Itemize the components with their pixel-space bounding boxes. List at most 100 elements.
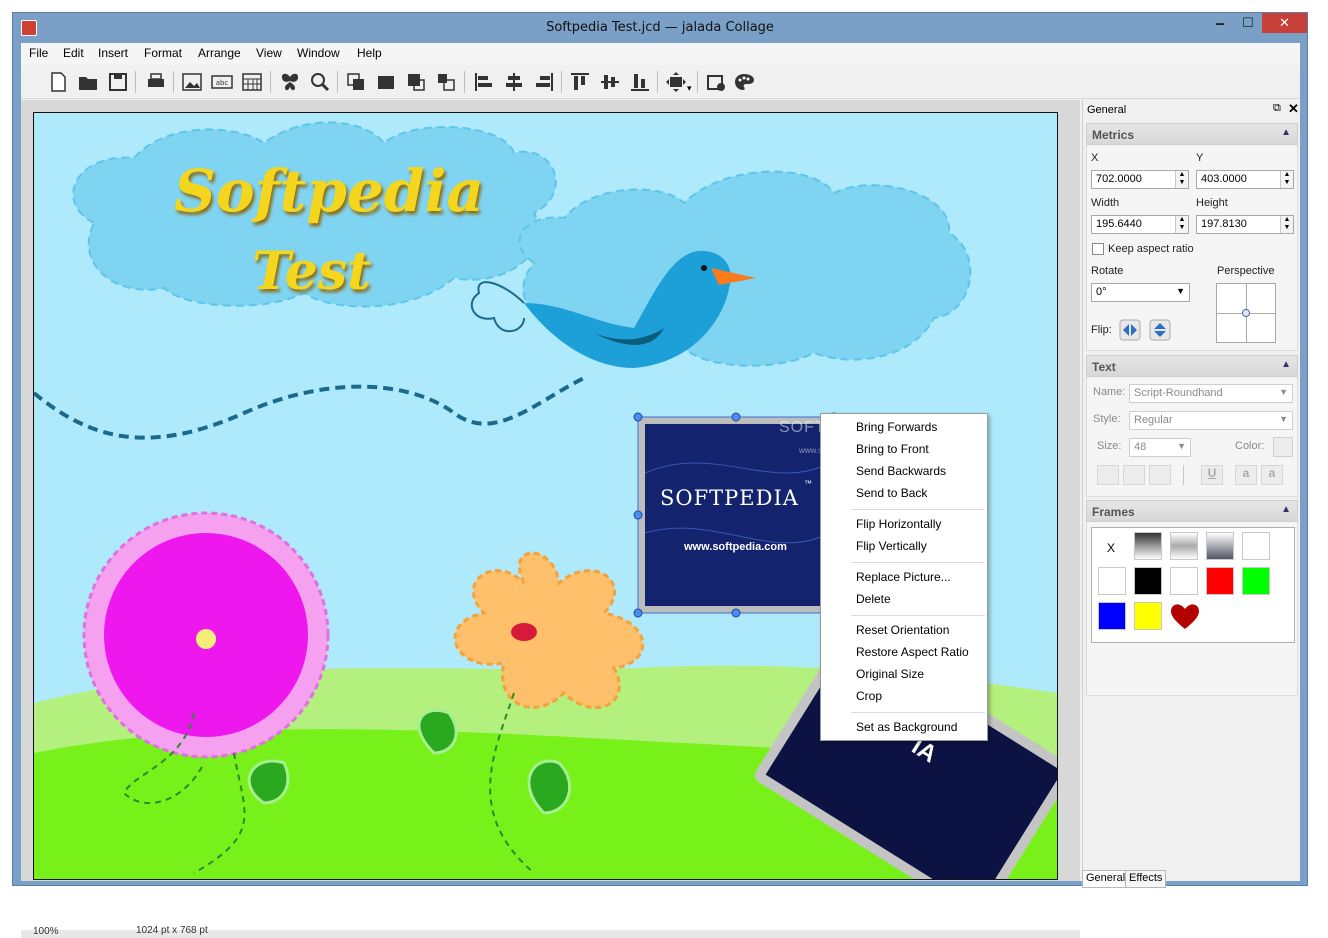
frame-swatch-yellow[interactable] xyxy=(1134,602,1162,630)
menu-file[interactable]: File xyxy=(29,46,48,60)
align-text-center-icon[interactable] xyxy=(1123,465,1145,485)
subscript-button[interactable]: a xyxy=(1261,465,1283,485)
print-icon[interactable] xyxy=(145,71,167,93)
frame-swatch-green[interactable] xyxy=(1242,567,1270,595)
fit-icon[interactable] xyxy=(665,71,687,93)
fit-dropdown-arrow[interactable]: ▾ xyxy=(687,83,692,94)
send-back-icon[interactable] xyxy=(435,71,457,93)
menu-item-restore-aspect-ratio[interactable]: Restore Aspect Ratio xyxy=(856,645,969,659)
maximize-button[interactable]: ☐ xyxy=(1234,13,1262,33)
flip-vertical-icon[interactable] xyxy=(1149,319,1171,341)
x-field[interactable]: 702.0000 ▲ ▼ xyxy=(1091,170,1189,189)
frame-swatch-gradient-dark[interactable] xyxy=(1134,532,1162,560)
rotate-select[interactable]: 0° ▼ xyxy=(1091,283,1190,302)
frames-header[interactable]: Frames ▲ xyxy=(1086,500,1298,522)
frame-swatch-gradient-steel[interactable] xyxy=(1206,532,1234,560)
collapse-icon[interactable]: ▲ xyxy=(1281,504,1291,515)
text-header[interactable]: Text ▲ xyxy=(1086,355,1298,377)
frame-swatch-white[interactable] xyxy=(1098,567,1126,595)
metrics-header[interactable]: Metrics ▲ xyxy=(1086,123,1298,145)
bring-forward-icon[interactable] xyxy=(345,71,367,93)
menu-item-original-size[interactable]: Original Size xyxy=(856,667,924,681)
menu-item-flip-vertically[interactable]: Flip Vertically xyxy=(856,539,927,553)
insert-text-icon[interactable]: abc xyxy=(211,71,233,93)
font-color-swatch[interactable] xyxy=(1273,437,1293,457)
collapse-icon[interactable]: ▲ xyxy=(1281,359,1291,370)
menu-view[interactable]: View xyxy=(256,46,282,60)
menu-item-delete[interactable]: Delete xyxy=(856,592,891,606)
align-top-icon[interactable] xyxy=(569,71,591,93)
superscript-button[interactable]: a xyxy=(1235,465,1257,485)
send-backward-icon[interactable] xyxy=(405,71,427,93)
close-icon[interactable]: ✕ xyxy=(1288,101,1299,117)
menu-item-crop[interactable]: Crop xyxy=(856,689,882,703)
tab-effects[interactable]: Effects xyxy=(1125,870,1167,888)
menu-arrange[interactable]: Arrange xyxy=(198,46,241,60)
canvas-title-line2[interactable]: Test xyxy=(252,241,371,302)
spin-arrows-icon[interactable]: ▲ ▼ xyxy=(1280,216,1293,233)
align-bottom-icon[interactable] xyxy=(629,71,651,93)
frame-swatch-blue[interactable] xyxy=(1098,602,1126,630)
flip-horizontal-icon[interactable] xyxy=(1119,319,1141,341)
no-frame-option[interactable]: X xyxy=(1107,541,1115,555)
insert-image-icon[interactable] xyxy=(181,71,203,93)
align-left-icon[interactable] xyxy=(473,71,495,93)
open-folder-icon[interactable] xyxy=(77,71,99,93)
insert-calendar-icon[interactable] xyxy=(241,71,263,93)
frame-swatch-black[interactable] xyxy=(1134,567,1162,595)
height-field[interactable]: 197.8130 ▲ ▼ xyxy=(1196,215,1294,234)
keep-aspect-checkbox[interactable] xyxy=(1092,243,1104,255)
page-settings-icon[interactable] xyxy=(705,71,727,93)
align-middle-icon[interactable] xyxy=(599,71,621,93)
close-button[interactable]: ✕ xyxy=(1262,13,1307,33)
bring-front-icon[interactable] xyxy=(375,71,397,93)
menu-item-send-to-back[interactable]: Send to Back xyxy=(856,486,927,500)
y-field[interactable]: 403.0000 ▲ ▼ xyxy=(1196,170,1294,189)
zoom-level[interactable]: 100% xyxy=(33,926,59,937)
align-text-left-icon[interactable] xyxy=(1097,465,1119,485)
new-file-icon[interactable] xyxy=(47,71,69,93)
perspective-handle[interactable] xyxy=(1242,309,1250,317)
resize-handle[interactable] xyxy=(633,412,643,422)
perspective-pad[interactable] xyxy=(1216,283,1276,343)
frame-swatch-gradient-light[interactable] xyxy=(1170,532,1198,560)
palette-icon[interactable] xyxy=(733,71,755,93)
font-size-select[interactable]: 48 ▼ xyxy=(1129,438,1191,457)
menu-format[interactable]: Format xyxy=(144,46,182,60)
butterfly-icon[interactable] xyxy=(279,71,301,93)
spin-arrows-icon[interactable]: ▲ ▼ xyxy=(1175,171,1188,188)
magnifier-icon[interactable] xyxy=(309,71,331,93)
frame-swatch-red[interactable] xyxy=(1206,567,1234,595)
align-text-right-icon[interactable] xyxy=(1149,465,1171,485)
spin-arrows-icon[interactable]: ▲ ▼ xyxy=(1175,216,1188,233)
title-bar[interactable]: Softpedia Test.jcd — jalada Collage 🗕 ☐ … xyxy=(13,13,1307,43)
font-style-select[interactable]: Regular ▼ xyxy=(1129,411,1293,430)
menu-item-send-backwards[interactable]: Send Backwards xyxy=(856,464,946,478)
canvas-title-line1[interactable]: Softpedia xyxy=(174,157,484,225)
resize-handle[interactable] xyxy=(731,412,741,422)
menu-item-set-as-background[interactable]: Set as Background xyxy=(856,720,957,734)
save-icon[interactable] xyxy=(107,71,129,93)
minimize-button[interactable]: 🗕 xyxy=(1206,13,1234,33)
menu-item-flip-horizontally[interactable]: Flip Horizontally xyxy=(856,517,941,531)
float-icon[interactable]: ⧉ xyxy=(1273,102,1281,115)
menu-help[interactable]: Help xyxy=(357,46,382,60)
tab-general[interactable]: General xyxy=(1082,870,1130,888)
menu-item-reset-orientation[interactable]: Reset Orientation xyxy=(856,623,949,637)
resize-handle[interactable] xyxy=(633,608,643,618)
frame-swatch-heart-icon[interactable] xyxy=(1170,602,1200,632)
menu-item-replace-picture[interactable]: Replace Picture... xyxy=(856,570,951,584)
resize-handle[interactable] xyxy=(731,608,741,618)
resize-handle[interactable] xyxy=(633,510,643,520)
frame-swatch-white[interactable] xyxy=(1242,532,1270,560)
menu-edit[interactable]: Edit xyxy=(63,46,84,60)
collapse-icon[interactable]: ▲ xyxy=(1281,127,1291,138)
menu-item-bring-forwards[interactable]: Bring Forwards xyxy=(856,420,937,434)
underline-button[interactable]: U xyxy=(1201,465,1223,485)
align-right-icon[interactable] xyxy=(533,71,555,93)
menu-item-bring-to-front[interactable]: Bring to Front xyxy=(856,442,929,456)
width-field[interactable]: 195.6440 ▲ ▼ xyxy=(1091,215,1189,234)
spin-arrows-icon[interactable]: ▲ ▼ xyxy=(1280,171,1293,188)
menu-insert[interactable]: Insert xyxy=(98,46,128,60)
frame-swatch-white[interactable] xyxy=(1170,567,1198,595)
